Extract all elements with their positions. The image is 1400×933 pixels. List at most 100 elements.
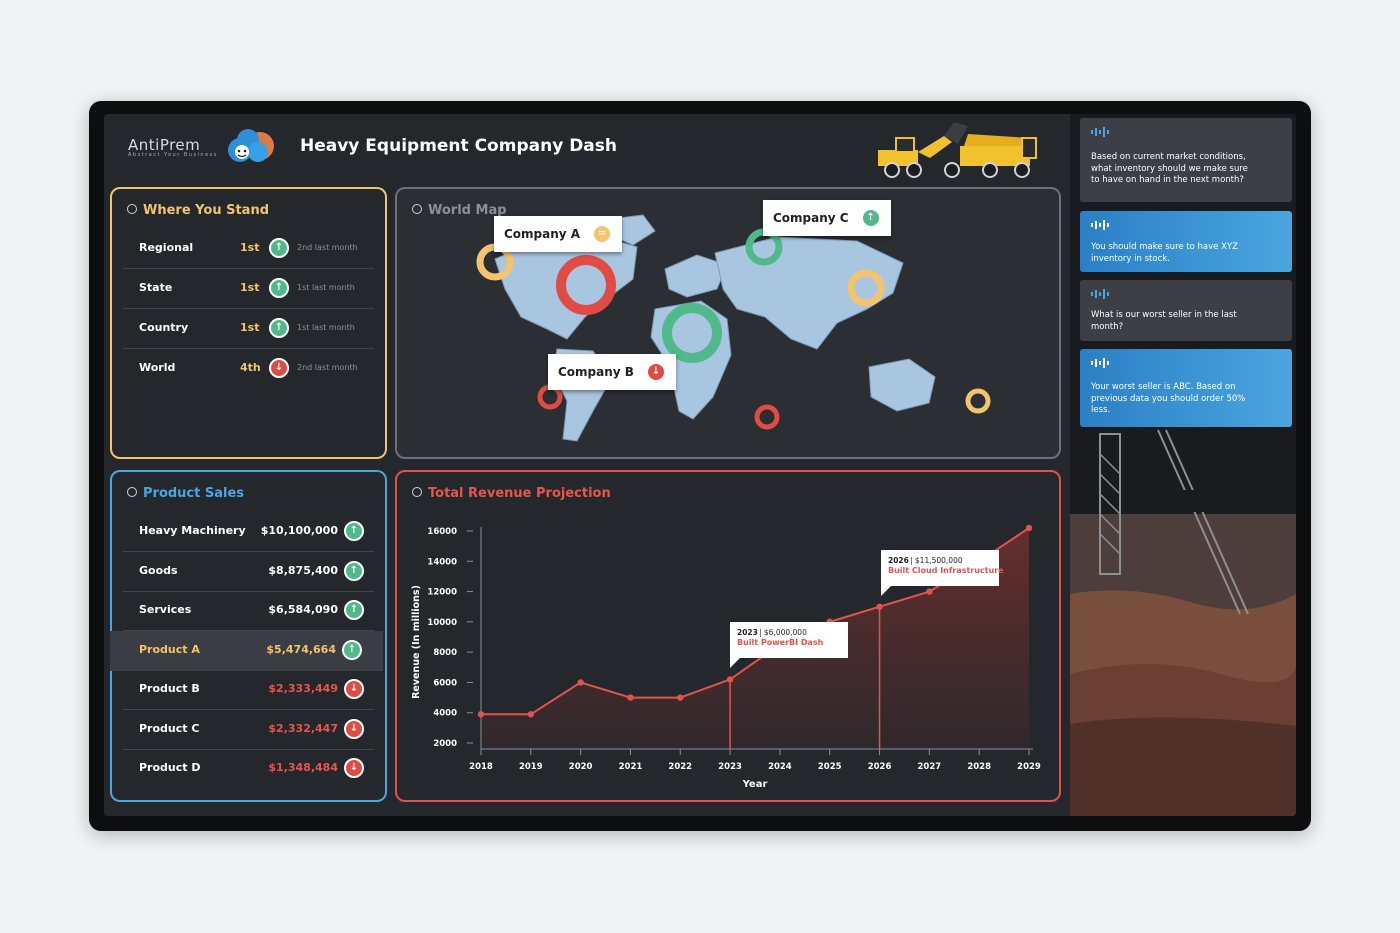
sales-label: Goods bbox=[139, 564, 178, 577]
sales-row[interactable]: Heavy Machinery $10,100,000 ↑ bbox=[123, 512, 374, 552]
x-tick-label: 2026 bbox=[868, 762, 892, 772]
stand-rank: 1st bbox=[240, 241, 260, 254]
revenue-chart: 2000 4000 6000 8000 10000 12000 14000 16000 2018… bbox=[411, 524, 1041, 790]
voice-wave-icon bbox=[1091, 358, 1109, 368]
sales-value: $5,474,664 bbox=[266, 643, 336, 656]
trend-up-icon: ↑ bbox=[269, 238, 289, 258]
company-b-callout[interactable]: Company B ↓ bbox=[548, 354, 676, 390]
sales-label: Product A bbox=[139, 643, 200, 656]
sales-row[interactable]: Product D $1,348,484 ↓ bbox=[123, 749, 374, 789]
map-marker-ring bbox=[537, 384, 563, 410]
trend-down-icon: ↓ bbox=[344, 679, 364, 699]
stand-note: 1st last month bbox=[297, 283, 355, 292]
world-map-panel: World Map Company A = Company B ↓ Compan… bbox=[395, 187, 1061, 459]
x-tick-label: 2027 bbox=[918, 762, 942, 772]
company-name: Company B bbox=[558, 365, 634, 379]
cloud-logo-icon bbox=[228, 129, 274, 162]
trend-down-icon: ↓ bbox=[269, 358, 289, 378]
annotation-pointer bbox=[730, 658, 740, 668]
revenue-point bbox=[1025, 524, 1033, 532]
annotation-year: 2026 bbox=[888, 556, 909, 565]
y-tick-label: 14000 bbox=[427, 557, 457, 567]
map-marker-ring bbox=[754, 404, 780, 430]
map-marker-ring bbox=[965, 388, 991, 414]
trend-up-icon: ↑ bbox=[342, 640, 362, 660]
revenue-point bbox=[677, 694, 684, 701]
product-sales-panel: Product Sales Heavy Machinery $10,100,00… bbox=[110, 470, 387, 802]
stand-row-regional: Regional 1st ↑ 2nd last month bbox=[123, 229, 374, 269]
x-tick-label: 2028 bbox=[967, 762, 991, 772]
annotation-pointer bbox=[881, 586, 891, 596]
where-you-stand-panel: Where You Stand Regional 1st ↑ 2nd last … bbox=[110, 187, 387, 459]
voice-wave-icon bbox=[1091, 220, 1109, 230]
revenue-projection-panel: Total Revenue Projection 2000 4000 6000 800… bbox=[395, 470, 1061, 802]
annotation-amount: | $11,500,000 bbox=[910, 556, 963, 565]
stand-note: 2nd last month bbox=[297, 243, 358, 252]
trend-up-icon: ↑ bbox=[269, 278, 289, 298]
sales-label: Services bbox=[139, 603, 192, 616]
sales-label: Product B bbox=[139, 682, 200, 695]
x-axis-label: Year bbox=[742, 779, 768, 790]
sales-label: Product C bbox=[139, 722, 200, 735]
trend-up-icon: ↑ bbox=[269, 318, 289, 338]
globe-icon bbox=[127, 487, 137, 497]
x-tick-label: 2023 bbox=[718, 762, 742, 772]
x-tick-label: 2024 bbox=[768, 762, 792, 772]
sales-row-selected[interactable]: Product A $5,474,664 ↑ bbox=[110, 631, 383, 671]
stand-label: State bbox=[139, 281, 173, 294]
where-you-stand-title: Where You Stand bbox=[127, 203, 269, 218]
trend-down-icon: ↓ bbox=[344, 758, 364, 778]
company-name: Company C bbox=[773, 211, 849, 225]
sales-row[interactable]: Product C $2,332,447 ↓ bbox=[123, 710, 374, 750]
sales-row[interactable]: Services $6,584,090 ↑ bbox=[123, 591, 374, 631]
stand-rank: 4th bbox=[240, 361, 261, 374]
voice-wave-icon bbox=[1091, 289, 1109, 299]
dashboard-title: Heavy Equipment Company Dash bbox=[300, 136, 617, 156]
y-axis-label: Revenue (In millions) bbox=[411, 585, 422, 699]
sales-row[interactable]: Product B $2,333,449 ↓ bbox=[123, 670, 374, 710]
company-a-callout[interactable]: Company A = bbox=[494, 216, 623, 252]
chat-message: Based on current market conditions, what… bbox=[1091, 152, 1248, 185]
y-tick-label: 4000 bbox=[433, 709, 457, 719]
heavy-equipment-illustration bbox=[878, 122, 1037, 178]
sales-value: $2,333,449 bbox=[268, 682, 338, 695]
chat-message: What is our worst seller in the last mon… bbox=[1091, 310, 1237, 332]
sales-value: $10,100,000 bbox=[260, 524, 338, 537]
stand-rank: 1st bbox=[240, 321, 260, 334]
sales-value: $6,584,090 bbox=[268, 603, 338, 616]
y-tick-label: 8000 bbox=[433, 648, 457, 658]
trend-up-icon: ↑ bbox=[344, 521, 364, 541]
annotation-year: 2023 bbox=[737, 628, 758, 637]
sales-row[interactable]: Goods $8,875,400 ↑ bbox=[123, 552, 374, 592]
annotation-amount: | $6,000,000 bbox=[759, 628, 807, 637]
stand-note: 2nd last month bbox=[297, 363, 358, 372]
company-c-callout[interactable]: Company C ↑ bbox=[763, 200, 891, 236]
y-tick-label: 2000 bbox=[433, 739, 457, 749]
trend-up-icon: ↑ bbox=[860, 208, 881, 228]
revenue-point bbox=[627, 694, 634, 701]
sales-value: $2,332,447 bbox=[268, 722, 338, 735]
x-tick-label: 2018 bbox=[469, 762, 493, 772]
stand-label: World bbox=[139, 361, 176, 374]
sales-label: Product D bbox=[139, 761, 201, 774]
trend-up-icon: ↑ bbox=[344, 561, 364, 581]
chat-message: You should make sure to have XYZ invento… bbox=[1091, 242, 1238, 264]
y-tick-label: 12000 bbox=[427, 588, 457, 598]
x-tick-label: 2020 bbox=[569, 762, 593, 772]
annotation-label: Built PowerBI Dash bbox=[737, 638, 824, 647]
chat-answer-bubble: Your worst seller is ABC. Based on previ… bbox=[1080, 349, 1292, 427]
y-tick-label: 6000 bbox=[433, 678, 457, 688]
y-tick-label: 10000 bbox=[427, 618, 457, 628]
australia-shape bbox=[868, 358, 936, 412]
trend-flat-icon: = bbox=[592, 224, 613, 244]
product-sales-title: Product Sales bbox=[127, 486, 244, 501]
annotation-label: Built Cloud Infrastructure bbox=[888, 566, 1004, 575]
x-tick-label: 2029 bbox=[1017, 762, 1041, 772]
sales-value: $8,875,400 bbox=[268, 564, 338, 577]
stand-row-country: Country 1st ↑ 1st last month bbox=[123, 309, 374, 349]
chat-answer-bubble: You should make sure to have XYZ invento… bbox=[1080, 211, 1292, 272]
stand-label: Regional bbox=[139, 241, 194, 254]
logo-tagline: Abstract Your Business bbox=[128, 152, 218, 158]
chat-question-bubble: Based on current market conditions, what… bbox=[1080, 118, 1292, 202]
stand-note: 1st last month bbox=[297, 323, 355, 332]
